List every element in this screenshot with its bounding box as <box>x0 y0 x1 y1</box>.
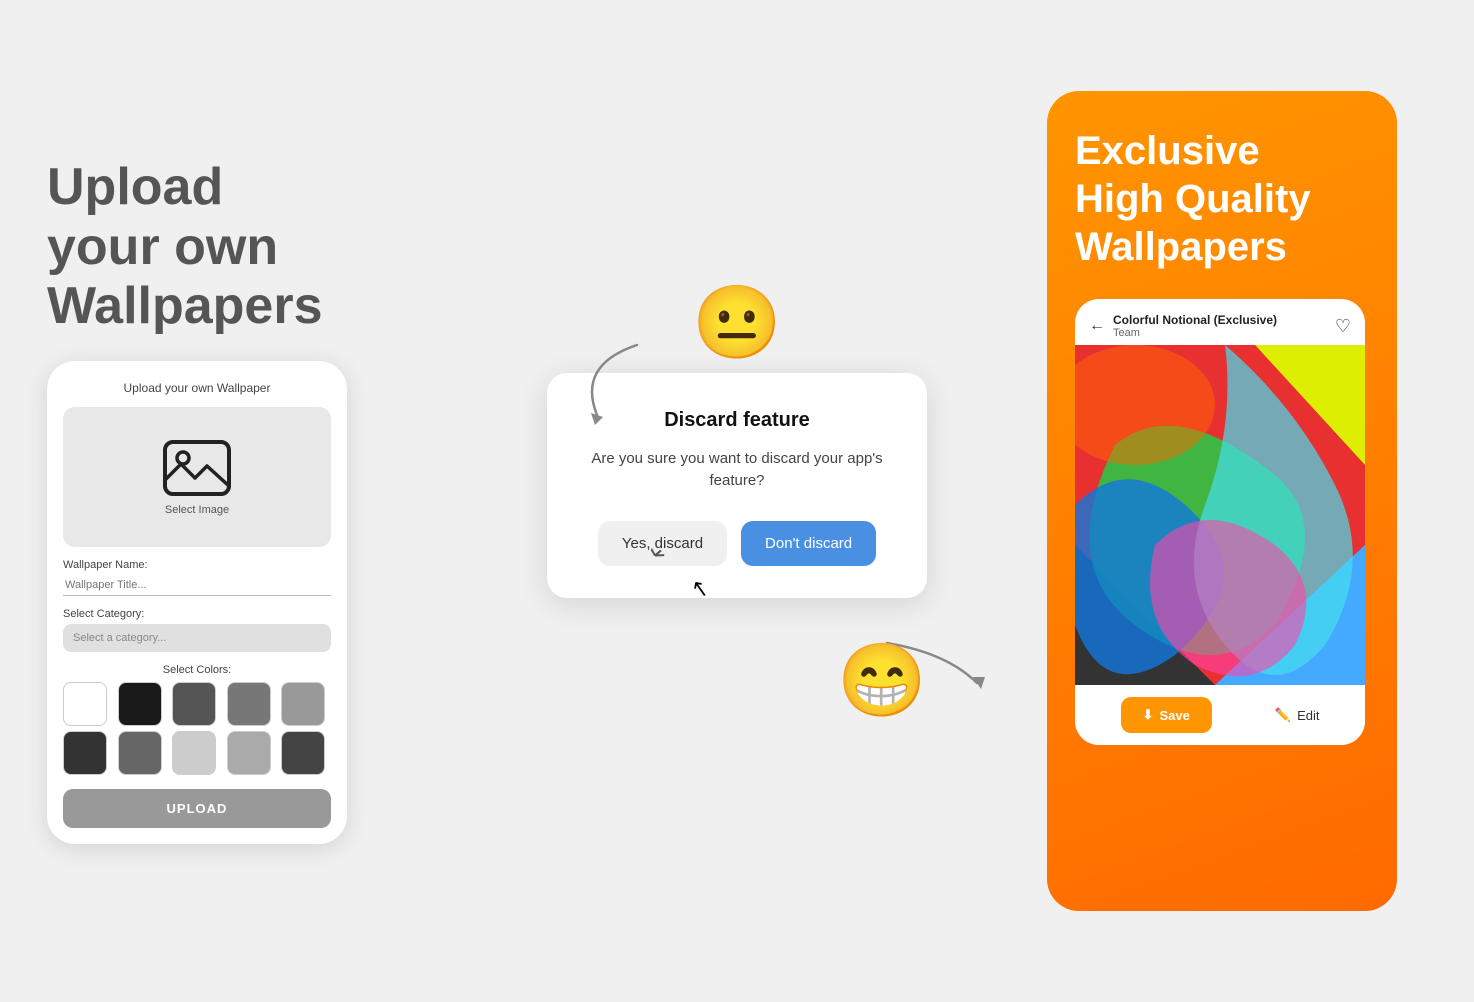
color-swatch[interactable] <box>227 731 271 775</box>
happy-emoji: 😁 <box>837 638 927 723</box>
save-button-phone[interactable]: ⬇ Save <box>1121 697 1212 733</box>
category-dropdown[interactable]: Select a category... <box>63 624 331 652</box>
phone-header-left: ← Colorful Notional (Exclusive) Team <box>1089 313 1277 339</box>
color-swatch[interactable] <box>172 731 216 775</box>
edit-icon: ✏️ <box>1275 707 1291 723</box>
color-swatch[interactable] <box>227 682 271 726</box>
main-container: Upload your own Wallpapers Upload your o… <box>47 51 1427 951</box>
phone-bottom-bar: ⬇ Save ✏️ Edit <box>1075 685 1365 745</box>
upload-header: Upload your own Wallpaper <box>63 381 331 395</box>
wallpaper-name-label: Wallpaper Name: <box>63 559 331 571</box>
image-placeholder-icon <box>161 438 233 498</box>
dialog-text: Are you sure you want to discard your ap… <box>587 448 887 493</box>
heart-icon[interactable]: ♡ <box>1335 316 1351 337</box>
dialog-buttons: Yes, discard Don't discard ↖ <box>587 521 887 566</box>
wallpaper-preview <box>1075 345 1365 685</box>
color-swatch[interactable] <box>118 731 162 775</box>
color-swatch[interactable] <box>118 682 162 726</box>
select-colors-label: Select Colors: <box>63 664 331 676</box>
edit-btn-label: Edit <box>1297 708 1319 723</box>
phone-header: ← Colorful Notional (Exclusive) Team ♡ <box>1075 299 1365 345</box>
arrow-down-svg <box>557 335 677 435</box>
right-panel: Exclusive High Quality Wallpapers ← Colo… <box>1047 91 1427 911</box>
dont-discard-button[interactable]: Don't discard <box>741 521 876 566</box>
edit-button-phone[interactable]: ✏️ Edit <box>1275 707 1320 723</box>
middle-panel: 😐 Discard feature Are you sure you want … <box>527 280 947 723</box>
color-swatch[interactable] <box>63 682 107 726</box>
right-title: Exclusive High Quality Wallpapers <box>1075 127 1369 271</box>
save-btn-label: Save <box>1159 708 1189 723</box>
image-select-box[interactable]: Select Image <box>63 407 331 547</box>
left-title: Upload your own Wallpapers <box>47 158 323 337</box>
left-panel: Upload your own Wallpapers Upload your o… <box>47 158 427 844</box>
back-button[interactable]: ← <box>1089 317 1105 335</box>
color-swatch[interactable] <box>63 731 107 775</box>
select-image-label: Select Image <box>165 504 229 516</box>
wallpaper-title: Colorful Notional (Exclusive) <box>1113 313 1277 327</box>
save-icon: ⬇ <box>1143 707 1154 723</box>
phone-mockup-left: Upload your own Wallpaper Select Image W… <box>47 361 347 844</box>
color-swatch[interactable] <box>172 682 216 726</box>
phone-mockup-right: ← Colorful Notional (Exclusive) Team ♡ <box>1075 299 1365 745</box>
select-category-label: Select Category: <box>63 608 331 620</box>
color-swatch[interactable] <box>281 682 325 726</box>
upload-button[interactable]: UPLOAD <box>63 789 331 828</box>
phone-title-block: Colorful Notional (Exclusive) Team <box>1113 313 1277 339</box>
team-label: Team <box>1113 327 1277 339</box>
neutral-emoji: 😐 <box>692 280 782 365</box>
color-swatch[interactable] <box>281 731 325 775</box>
orange-background: Exclusive High Quality Wallpapers ← Colo… <box>1047 91 1397 911</box>
wallpaper-title-input[interactable] <box>63 575 331 596</box>
color-grid <box>63 682 331 775</box>
